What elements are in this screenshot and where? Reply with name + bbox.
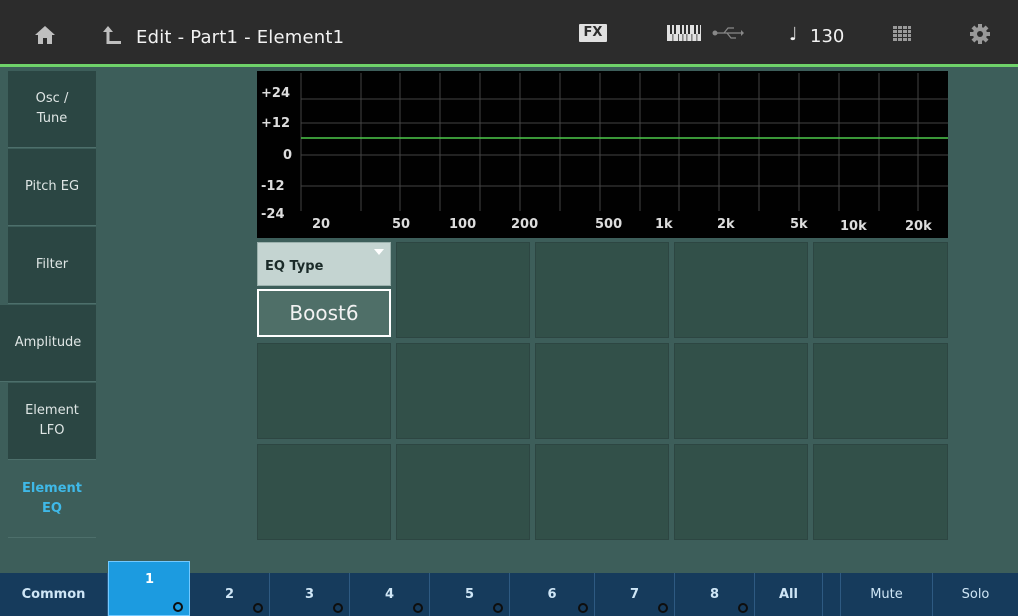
param-slot	[674, 444, 808, 540]
tab-part-number: 2	[224, 587, 235, 602]
param-slot	[813, 444, 948, 540]
back-arrow-icon[interactable]	[103, 24, 123, 46]
grid-icon[interactable]	[893, 26, 911, 42]
param-slot	[396, 444, 530, 540]
x-tick-label: 2k	[717, 217, 735, 232]
y-tick-label: +24	[261, 86, 290, 101]
x-tick-label: 20k	[905, 219, 932, 234]
tab-part-3[interactable]: 3	[270, 573, 350, 616]
eq-type-parameter: EQ Type Boost6	[257, 242, 391, 338]
tab-part-number: 8	[709, 587, 720, 602]
x-tick-label: 10k	[840, 219, 867, 234]
param-slot	[396, 343, 530, 439]
part-indicator-icon	[738, 603, 748, 613]
sidebar-item-element-lfo[interactable]: Element LFO	[8, 383, 96, 460]
tab-part-number: 3	[304, 587, 315, 602]
sidebar-item-label: Filter	[35, 257, 69, 272]
param-slot	[257, 343, 391, 439]
tab-part-number: 7	[629, 587, 640, 602]
eq-graph: +24 +12 0 -12 -24 20 50 100 200 500 1k 2…	[257, 71, 948, 238]
param-slot	[674, 343, 808, 439]
tab-part-4[interactable]: 4	[350, 573, 430, 616]
eq-type-label: EQ Type	[265, 259, 324, 274]
sidebar-item-element-eq[interactable]: Element EQ	[8, 461, 96, 538]
usb-icon	[712, 27, 744, 39]
gear-icon[interactable]	[969, 23, 991, 45]
part-indicator-icon	[253, 603, 263, 613]
tab-part-number: 5	[464, 587, 475, 602]
param-slot	[535, 343, 669, 439]
y-tick-label: -12	[261, 179, 285, 194]
solo-button[interactable]: Solo	[933, 573, 1018, 616]
sidebar-item-label: Element EQ	[22, 481, 82, 516]
part-indicator-icon	[173, 602, 183, 612]
sidebar-item-label: Element LFO	[25, 403, 79, 438]
param-slot	[674, 242, 808, 338]
param-slot	[396, 242, 530, 338]
part-indicator-icon	[413, 603, 423, 613]
part-indicator-icon	[493, 603, 503, 613]
tab-part-7[interactable]: 7	[595, 573, 675, 616]
sidebar-item-amplitude[interactable]: Amplitude	[0, 305, 96, 382]
dropdown-arrow-icon	[374, 249, 384, 255]
sidebar-item-label: Pitch EG	[24, 179, 80, 194]
tab-part-6[interactable]: 6	[510, 573, 595, 616]
x-tick-label: 1k	[655, 217, 673, 232]
eq-graph-svg: +24 +12 0 -12 -24 20 50 100 200 500 1k 2…	[261, 73, 948, 234]
page-title: Edit - Part1 - Element1	[136, 27, 345, 48]
eq-type-dropdown[interactable]: EQ Type	[257, 242, 391, 286]
tab-part-number: 4	[384, 587, 395, 602]
param-slot	[813, 242, 948, 338]
part-indicator-icon	[333, 603, 343, 613]
home-icon[interactable]	[34, 24, 56, 46]
tab-part-number: 1	[145, 572, 155, 587]
mute-button[interactable]: Mute	[840, 573, 933, 616]
tempo-note-icon: ♩	[789, 24, 798, 45]
param-slot	[257, 444, 391, 540]
sidebar-item-osc-tune[interactable]: Osc / Tune	[8, 71, 96, 148]
x-tick-label: 50	[392, 217, 410, 232]
tempo-value[interactable]: 130	[810, 26, 844, 47]
part-indicator-icon	[578, 603, 588, 613]
x-tick-label: 200	[511, 217, 538, 232]
param-slot	[535, 444, 669, 540]
sidebar: Osc / Tune Pitch EG Filter Amplitude Ele…	[0, 67, 96, 538]
sidebar-item-filter[interactable]: Filter	[8, 227, 96, 304]
x-tick-label: 500	[595, 217, 622, 232]
param-slot	[535, 242, 669, 338]
part-indicator-icon	[658, 603, 668, 613]
sidebar-item-pitch-eg[interactable]: Pitch EG	[8, 149, 96, 226]
y-tick-label: 0	[283, 148, 292, 163]
tab-part-number: 6	[547, 587, 557, 602]
x-tick-label: 5k	[790, 217, 808, 232]
sidebar-item-label: Amplitude	[14, 335, 82, 350]
x-tick-label: 100	[449, 217, 476, 232]
tab-all[interactable]: All	[755, 573, 823, 616]
top-bar: Edit - Part1 - Element1 FX ♩ 130	[0, 0, 1018, 64]
tab-part-5[interactable]: 5	[430, 573, 510, 616]
tab-common[interactable]: Common	[0, 573, 108, 616]
x-tick-label: 20	[312, 217, 330, 232]
keyboard-icon[interactable]	[667, 25, 701, 41]
y-tick-label: -24	[261, 207, 285, 222]
sidebar-item-label: Osc / Tune	[35, 91, 69, 126]
tab-part-2[interactable]: 2	[190, 573, 270, 616]
tab-part-1[interactable]: 1	[108, 561, 190, 616]
fx-indicator[interactable]: FX	[579, 24, 607, 42]
eq-type-value[interactable]: Boost6	[257, 289, 391, 337]
tab-part-8[interactable]: 8	[675, 573, 755, 616]
y-tick-label: +12	[261, 116, 290, 131]
param-slot	[813, 343, 948, 439]
